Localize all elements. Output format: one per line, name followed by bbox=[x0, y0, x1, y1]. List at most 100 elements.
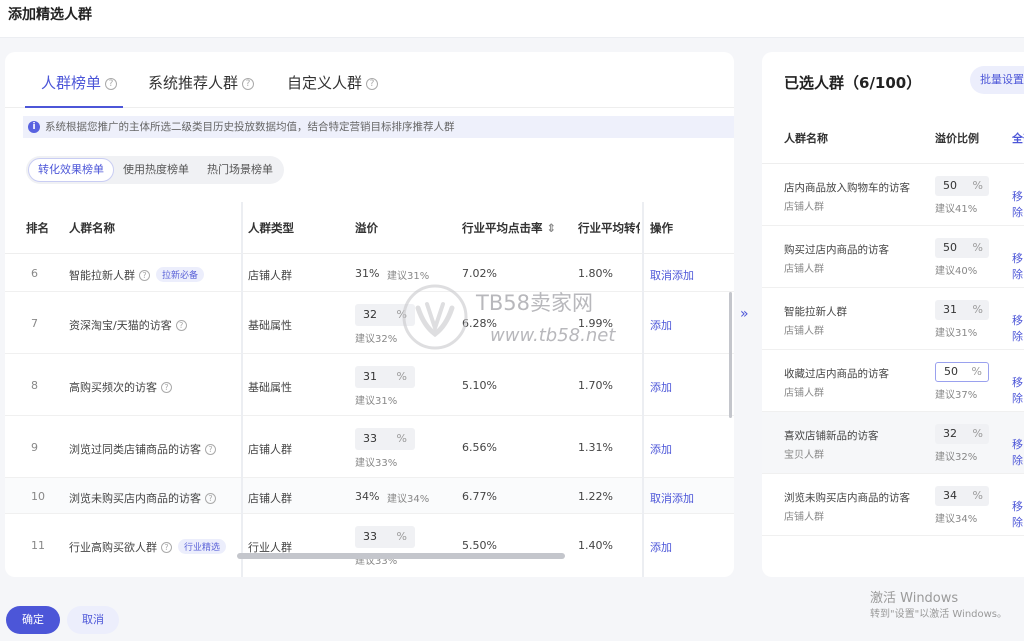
batch-set-button[interactable]: 批量设置 bbox=[970, 66, 1024, 94]
remove-link[interactable]: 移除 bbox=[1012, 188, 1024, 220]
premium-suggest: 建议31% bbox=[935, 328, 978, 339]
cancel-add-link[interactable]: 取消添加 bbox=[650, 490, 694, 506]
add-link[interactable]: 添加 bbox=[650, 379, 672, 395]
crowd-type: 店铺人群 bbox=[784, 264, 824, 275]
premium-suggest: 建议34% bbox=[387, 494, 430, 505]
col-name: 人群名称 bbox=[69, 221, 115, 235]
remove-link[interactable]: 移除 bbox=[1012, 250, 1024, 282]
ctr-value: 5.10% bbox=[462, 379, 497, 392]
ctr-value: 6.77% bbox=[462, 490, 497, 503]
add-link[interactable]: 添加 bbox=[650, 539, 672, 555]
help-icon[interactable]: ? bbox=[205, 493, 216, 504]
remove-link[interactable]: 移除 bbox=[1012, 436, 1024, 468]
fixed-column-divider bbox=[642, 202, 644, 577]
subtab-popularity[interactable]: 使用热度榜单 bbox=[114, 158, 198, 182]
crowd-type: 店铺人群 bbox=[784, 202, 824, 213]
cancel-add-link[interactable]: 取消添加 bbox=[650, 267, 694, 283]
premium-suggest: 建议34% bbox=[935, 514, 978, 525]
tab-bar: 人群榜单? 系统推荐人群? 自定义人群? bbox=[5, 52, 734, 108]
premium-suggest: 建议32% bbox=[355, 334, 398, 345]
percent-unit: % bbox=[971, 365, 982, 378]
help-icon[interactable]: ? bbox=[366, 78, 379, 90]
table-row: 10 浏览未购买店内商品的访客? 店铺人群 34% 建议34% 6.77% 1.… bbox=[5, 478, 734, 514]
crowd-name: 行业高购买欲人群? 行业精选 bbox=[69, 539, 227, 555]
crowd-name: 资深淘宝/天猫的访客? bbox=[69, 317, 187, 333]
crowd-name: 智能拉新人群? 拉新必备 bbox=[69, 267, 205, 283]
cvr-value: 1.70% bbox=[578, 379, 613, 392]
help-icon[interactable]: ? bbox=[175, 320, 187, 331]
premium-ratio-input[interactable]: 31% bbox=[935, 300, 989, 320]
premium-input[interactable]: 33% bbox=[355, 428, 415, 450]
ctr-value: 7.02% bbox=[462, 267, 497, 280]
crowd-name-text: 浏览过同类店铺商品的访客 bbox=[69, 443, 201, 456]
tab-custom-crowd[interactable]: 自定义人群? bbox=[287, 72, 379, 93]
tab-crowd-ranking[interactable]: 人群榜单? bbox=[41, 72, 118, 93]
premium-input[interactable]: 31% bbox=[355, 366, 415, 388]
percent-unit: % bbox=[396, 432, 407, 445]
rank: 9 bbox=[31, 441, 38, 454]
confirm-button[interactable]: 确定 bbox=[6, 606, 60, 634]
cvr-value: 1.31% bbox=[578, 441, 613, 454]
premium-input[interactable]: 33% bbox=[355, 526, 415, 548]
selected-title: 已选人群（6/100） bbox=[784, 74, 922, 92]
help-icon[interactable]: ? bbox=[161, 542, 172, 553]
premium-input-value: 33 bbox=[363, 432, 377, 445]
table-row: 6 智能拉新人群? 拉新必备 店铺人群 31% 建议31% 7.02% 1.80%… bbox=[5, 254, 734, 292]
selected-row: 店内商品放入购物车的访客 店铺人群 50% 建议41% 移除 bbox=[762, 164, 1024, 226]
sort-icon[interactable]: ⇕ bbox=[547, 221, 557, 235]
premium-ratio-input[interactable]: 50% bbox=[935, 176, 989, 196]
crowd-type: 宝贝人群 bbox=[784, 450, 824, 461]
vertical-scrollbar[interactable] bbox=[729, 292, 732, 418]
remove-link[interactable]: 移除 bbox=[1012, 312, 1024, 344]
subtab-scenario[interactable]: 热门场景榜单 bbox=[198, 158, 282, 182]
crowd-type: 店铺人群 bbox=[248, 443, 292, 456]
rank: 6 bbox=[31, 267, 38, 280]
cancel-button[interactable]: 取消 bbox=[67, 606, 119, 634]
horizontal-scrollbar[interactable] bbox=[237, 553, 565, 559]
tab-label: 自定义人群 bbox=[287, 74, 363, 92]
notice-text: 系统根据您推广的主体所选二级类目历史投放数据均值，结合特定营销目标排序推荐人群 bbox=[45, 121, 455, 133]
crowd-type: 店铺人群 bbox=[248, 269, 292, 282]
col-rank: 排名 bbox=[26, 221, 49, 235]
selected-row: 喜欢店铺新品的访客 宝贝人群 32% 建议32% 移除 bbox=[762, 412, 1024, 474]
premium-ratio-input[interactable]: 50% bbox=[935, 238, 989, 258]
subtab-conversion[interactable]: 转化效果榜单 bbox=[28, 158, 114, 182]
premium-ratio-value: 31 bbox=[943, 303, 957, 316]
premium-ratio-input[interactable]: 32% bbox=[935, 424, 989, 444]
cvr-value: 1.40% bbox=[578, 539, 613, 552]
crowd-name: 浏览过同类店铺商品的访客? bbox=[69, 441, 216, 457]
help-icon[interactable]: ? bbox=[242, 78, 255, 90]
add-link[interactable]: 添加 bbox=[650, 317, 672, 333]
help-icon[interactable]: ? bbox=[205, 444, 216, 455]
dialog-title: 添加精选人群 bbox=[8, 7, 92, 23]
ctr-value: 5.50% bbox=[462, 539, 497, 552]
col-cvr: 行业平均转化 bbox=[578, 221, 640, 235]
premium-input-value: 33 bbox=[363, 530, 377, 543]
premium-value: 31% bbox=[355, 267, 380, 280]
percent-unit: % bbox=[972, 303, 983, 316]
crowd-list-panel: 人群榜单? 系统推荐人群? 自定义人群? i 系统根据您推广的主体所选二级类目历… bbox=[5, 52, 734, 577]
selected-row: 购买过店内商品的访客 店铺人群 50% 建议40% 移除 bbox=[762, 226, 1024, 288]
crowd-name: 高购买频次的访客? bbox=[69, 379, 172, 395]
watermark-logo-icon bbox=[402, 284, 468, 350]
crowd-tag: 拉新必备 bbox=[156, 267, 205, 282]
remove-all-link[interactable]: 全部 bbox=[1012, 130, 1024, 146]
cvr-value: 1.22% bbox=[578, 490, 613, 503]
premium-ratio-value: 32 bbox=[943, 427, 957, 440]
remove-link[interactable]: 移除 bbox=[1012, 374, 1024, 406]
tab-system-recommend[interactable]: 系统推荐人群? bbox=[148, 72, 255, 93]
remove-link[interactable]: 移除 bbox=[1012, 498, 1024, 530]
help-icon[interactable]: ? bbox=[161, 382, 172, 393]
crowd-type: 基础属性 bbox=[248, 319, 292, 332]
transfer-arrow-icon[interactable]: » bbox=[740, 306, 749, 322]
col-ctr[interactable]: 行业平均点击率 ⇕ bbox=[462, 220, 556, 236]
add-link[interactable]: 添加 bbox=[650, 441, 672, 457]
crowd-name-text: 浏览未购买店内商品的访客 bbox=[69, 492, 201, 505]
premium-ratio-input[interactable]: 34% bbox=[935, 486, 989, 506]
table-row: 8 高购买频次的访客? 基础属性 31% 建议31% 5.10% 1.70% 添… bbox=[5, 354, 734, 416]
crowd-name-text: 智能拉新人群 bbox=[69, 269, 135, 282]
help-icon[interactable]: ? bbox=[139, 270, 150, 281]
premium-ratio-input[interactable]: 50% bbox=[935, 362, 989, 382]
percent-unit: % bbox=[396, 530, 407, 543]
help-icon[interactable]: ? bbox=[105, 78, 118, 90]
